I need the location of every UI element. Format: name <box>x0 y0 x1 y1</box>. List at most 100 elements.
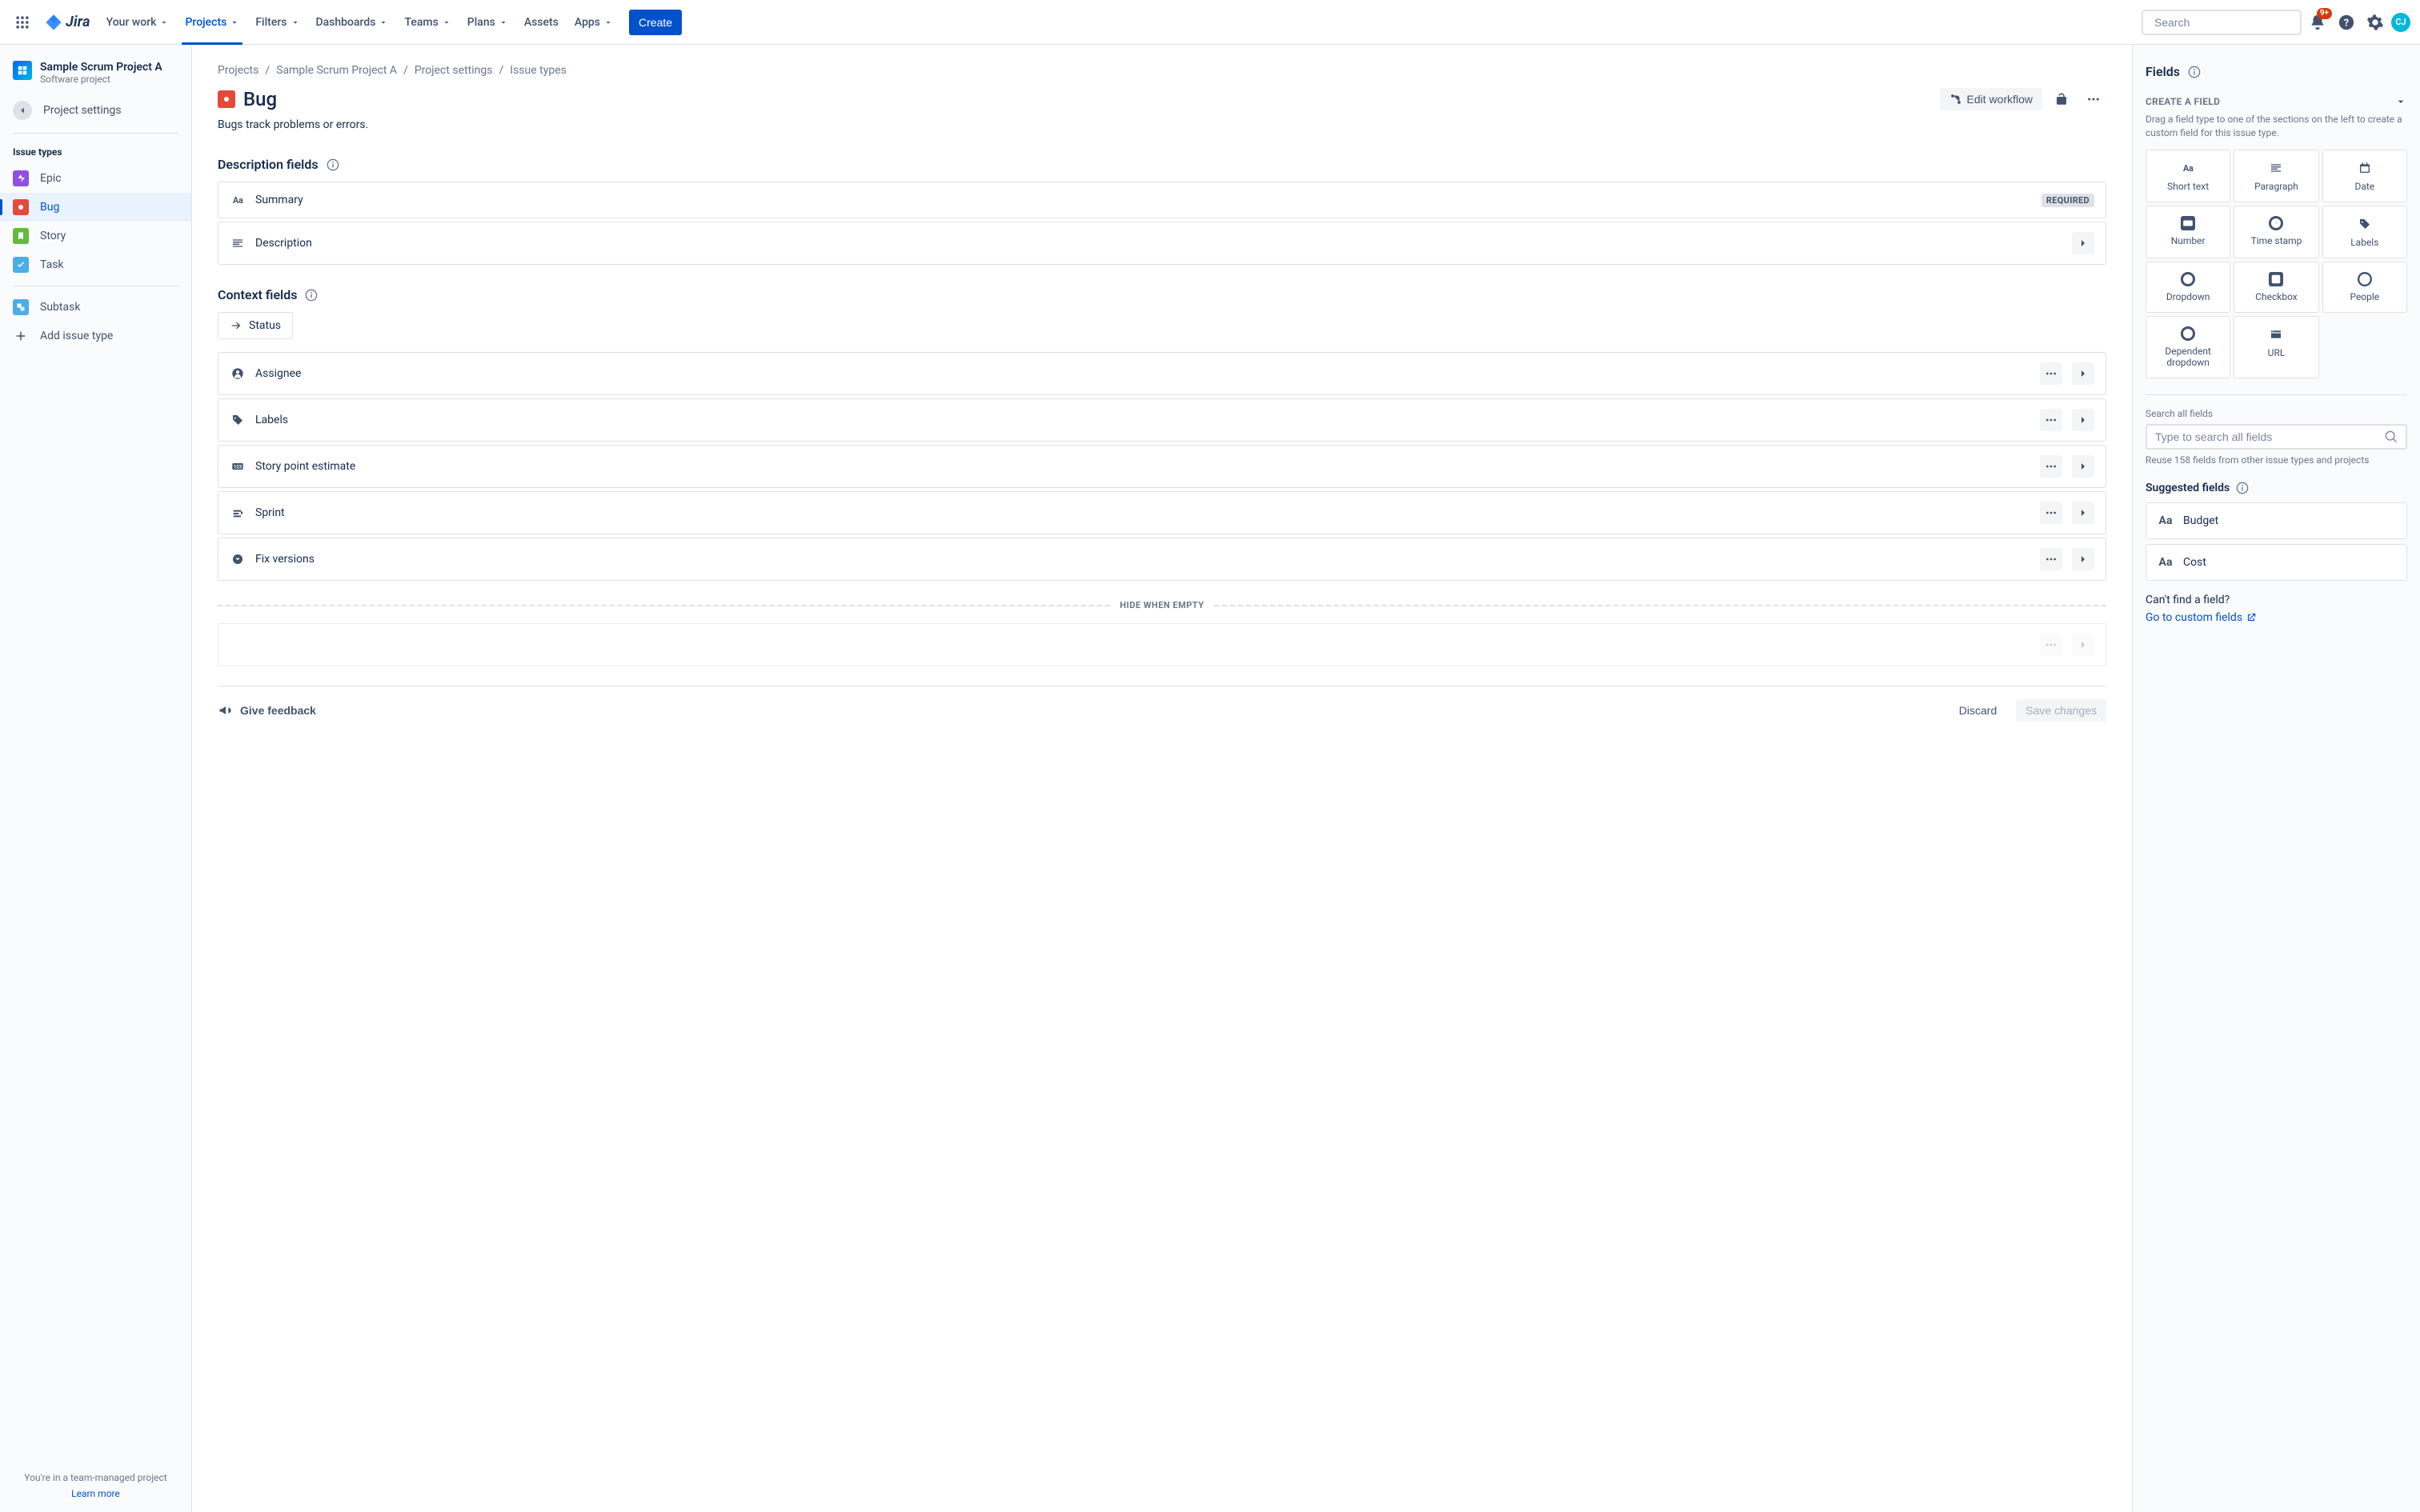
jira-logo[interactable]: Jira <box>38 14 97 31</box>
nav-item-plans[interactable]: Plans <box>461 10 515 35</box>
text-icon: Aa <box>2158 554 2174 570</box>
chevron-down-icon <box>603 18 613 27</box>
field-expand-button[interactable] <box>2072 455 2094 478</box>
fields-panel: Fields CREATE A FIELD Drag a field type … <box>2132 45 2420 1512</box>
sidebar-item-story[interactable]: Story <box>0 222 191 250</box>
save-changes-button[interactable]: Save changes <box>2016 699 2106 722</box>
sidebar-item-task[interactable]: Task <box>0 250 191 279</box>
field-expand-button[interactable] <box>2072 232 2094 254</box>
field-type-time-stamp[interactable]: Time stamp <box>2234 206 2318 258</box>
field-more-button[interactable] <box>2040 502 2062 524</box>
nav-item-your-work[interactable]: Your work <box>100 10 176 35</box>
go-to-custom-fields-link[interactable]: Go to custom fields <box>2146 611 2257 624</box>
discard-button[interactable]: Discard <box>1949 699 2006 722</box>
global-search[interactable] <box>2142 10 2302 35</box>
chevron-down-icon <box>290 18 300 27</box>
chevron-down-icon <box>379 18 388 27</box>
field-type-short-text[interactable]: AaShort text <box>2146 150 2230 202</box>
sidebar-item-bug[interactable]: Bug <box>0 193 191 222</box>
field-type-paragraph[interactable]: Paragraph <box>2234 150 2318 202</box>
lock-button[interactable] <box>2049 86 2074 112</box>
field-row-summary[interactable]: AaSummaryREQUIRED <box>218 182 2106 218</box>
jira-logo-text: Jira <box>66 14 90 30</box>
field-row-labels[interactable]: Labels <box>218 398 2106 442</box>
sidebar-item-epic[interactable]: Epic <box>0 164 191 193</box>
create-button[interactable]: Create <box>629 10 682 35</box>
nav-item-teams[interactable]: Teams <box>398 10 457 35</box>
field-type-checkbox[interactable]: Checkbox <box>2234 262 2318 313</box>
field-type-date[interactable]: Date <box>2322 150 2407 202</box>
suggested-field-cost[interactable]: AaCost <box>2146 544 2407 581</box>
nav-item-apps[interactable]: Apps <box>568 10 619 35</box>
field-more-button[interactable] <box>2040 362 2062 385</box>
app-switcher-button[interactable] <box>10 10 35 35</box>
fields-panel-title: Fields <box>2146 64 2180 79</box>
info-icon[interactable] <box>305 289 318 302</box>
give-feedback-button[interactable]: Give feedback <box>218 702 316 718</box>
field-type-labels[interactable]: Labels <box>2322 206 2407 258</box>
description-fields-heading: Description fields <box>218 157 319 172</box>
breadcrumb-item[interactable]: Issue types <box>510 64 567 77</box>
user-avatar[interactable]: CJ <box>2391 13 2410 32</box>
field-expand-button[interactable] <box>2072 362 2094 385</box>
fields-search-input[interactable] <box>2155 430 2380 443</box>
help-button[interactable]: ? <box>2334 10 2359 35</box>
clock-icon <box>2269 216 2283 230</box>
edit-workflow-button[interactable]: Edit workflow <box>1940 88 2042 110</box>
field-expand-button[interactable] <box>2072 548 2094 570</box>
info-icon[interactable] <box>327 158 339 171</box>
create-a-field-header[interactable]: CREATE A FIELD <box>2146 95 2407 108</box>
field-row-sprint[interactable]: Sprint <box>218 491 2106 534</box>
more-actions-button[interactable] <box>2081 86 2106 112</box>
info-icon[interactable] <box>2188 66 2201 78</box>
field-row-assignee[interactable]: Assignee <box>218 352 2106 395</box>
hidden-field-placeholder[interactable] <box>218 623 2106 666</box>
field-type-url[interactable]: URL <box>2234 316 2318 378</box>
breadcrumb-item[interactable]: Projects <box>218 64 258 77</box>
learn-more-link[interactable]: Learn more <box>13 1488 178 1499</box>
field-type-dropdown[interactable]: Dropdown <box>2146 262 2230 313</box>
field-row-fix-versions[interactable]: Fix versions <box>218 538 2106 581</box>
breadcrumb-item[interactable]: Project settings <box>415 64 493 77</box>
paragraph-icon <box>230 235 246 251</box>
field-more-button[interactable] <box>2040 409 2062 431</box>
field-row-story-point-estimate[interactable]: 123Story point estimate <box>218 445 2106 488</box>
info-icon[interactable] <box>2236 482 2249 494</box>
sidebar-item-subtask[interactable]: Subtask <box>0 293 191 322</box>
field-expand-button[interactable] <box>2072 409 2094 431</box>
field-expand-button[interactable] <box>2072 634 2094 656</box>
nav-item-dashboards[interactable]: Dashboards <box>310 10 395 35</box>
number-icon: 123 <box>2181 216 2195 230</box>
text-icon: Aa <box>2180 160 2196 176</box>
field-more-button[interactable] <box>2040 455 2062 478</box>
field-type-dependent-dropdown[interactable]: Dependent dropdown <box>2146 316 2230 378</box>
status-field[interactable]: Status <box>218 312 293 339</box>
field-row-description[interactable]: Description <box>218 222 2106 265</box>
top-navigation: Jira Your workProjectsFiltersDashboardsT… <box>0 0 2420 45</box>
nav-item-projects[interactable]: Projects <box>178 10 246 35</box>
dropdown-icon <box>230 551 246 567</box>
fields-search[interactable] <box>2146 424 2407 450</box>
issue-type-icon-bug <box>13 199 29 215</box>
context-fields-heading: Context fields <box>218 287 297 302</box>
field-type-people[interactable]: People <box>2322 262 2407 313</box>
hide-when-empty-divider: HIDE WHEN EMPTY <box>218 600 2106 610</box>
nav-item-filters[interactable]: Filters <box>249 10 306 35</box>
breadcrumb-item[interactable]: Sample Scrum Project A <box>276 64 397 77</box>
suggested-field-budget[interactable]: AaBudget <box>2146 502 2407 539</box>
nav-item-assets[interactable]: Assets <box>518 10 565 35</box>
field-type-number[interactable]: 123Number <box>2146 206 2230 258</box>
field-expand-button[interactable] <box>2072 502 2094 524</box>
notifications-button[interactable]: 9+ <box>2305 10 2330 35</box>
back-to-project-settings[interactable]: Project settings <box>0 94 191 126</box>
settings-button[interactable] <box>2362 10 2388 35</box>
sidebar: Sample Scrum Project A Software project … <box>0 45 192 1512</box>
field-more-button[interactable] <box>2040 548 2062 570</box>
field-more-button[interactable] <box>2040 634 2062 656</box>
project-header[interactable]: Sample Scrum Project A Software project <box>0 45 191 94</box>
megaphone-icon <box>218 702 234 718</box>
main-content: Projects/Sample Scrum Project A/Project … <box>192 45 2132 1512</box>
search-input[interactable] <box>2154 16 2299 29</box>
add-issue-type-button[interactable]: Add issue type <box>0 322 191 350</box>
notification-badge: 9+ <box>2317 8 2332 19</box>
